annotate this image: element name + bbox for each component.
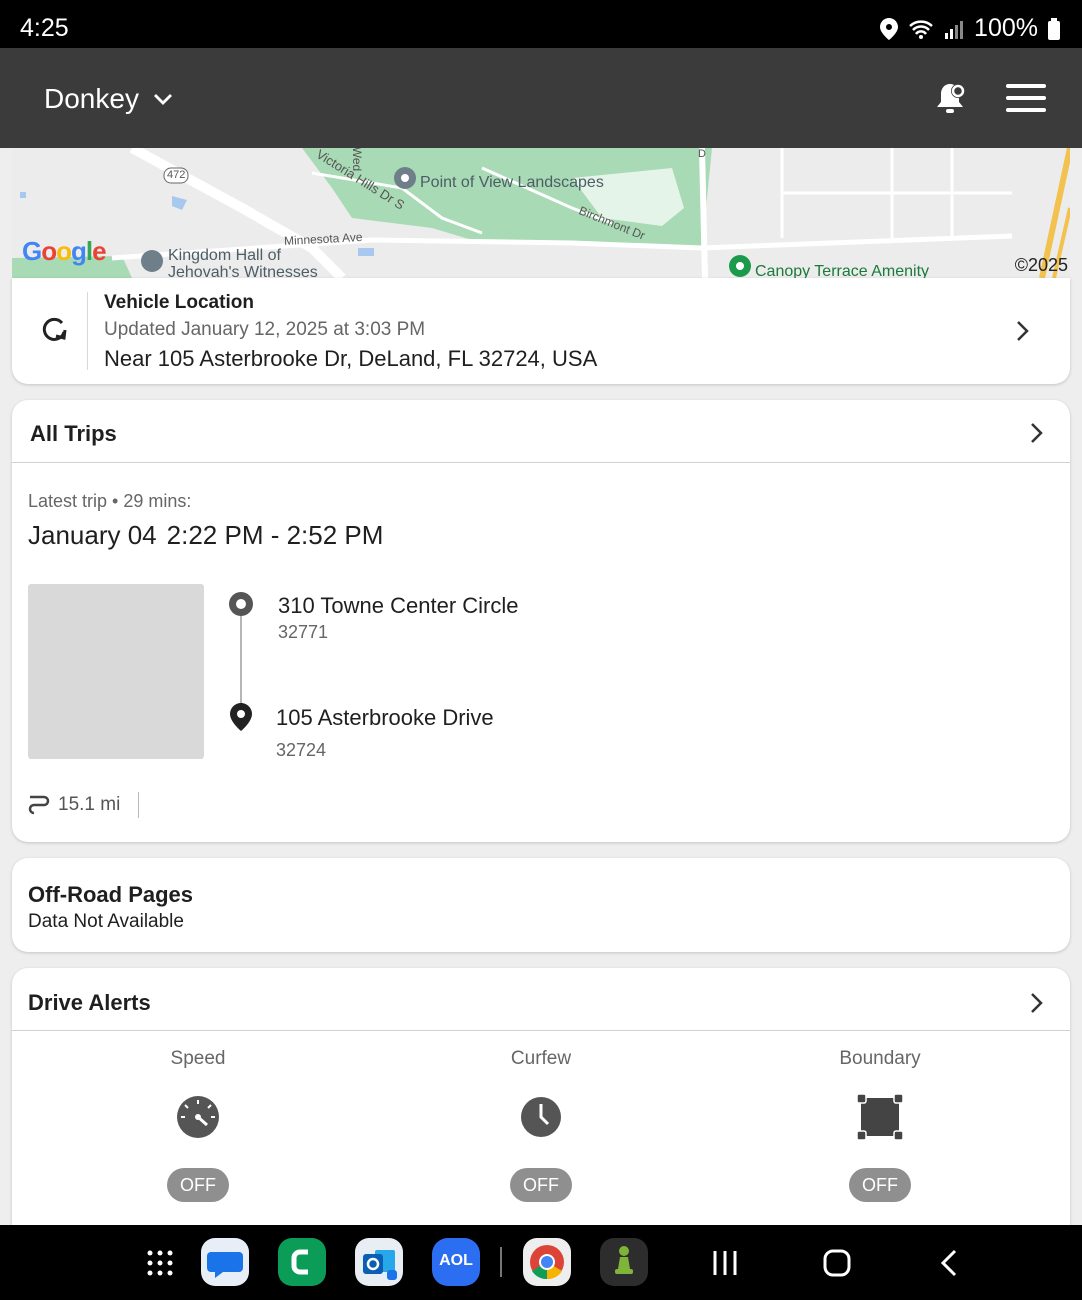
off-road-status: Data Not Available (28, 911, 184, 932)
vehicle-location-card[interactable]: Vehicle Location Updated January 12, 202… (12, 278, 1070, 384)
route-distance-icon (28, 795, 50, 815)
vehicle-address: Near 105 Asterbrooke Dr, DeLand, FL 3272… (104, 346, 598, 371)
google-logo: Google (22, 236, 107, 266)
vehicle-location-title: Vehicle Location (104, 292, 254, 313)
chevron-right-icon[interactable] (1016, 320, 1030, 342)
refresh-location-button[interactable] (40, 316, 68, 349)
trip-distance-value: 15.1 mi (58, 794, 121, 815)
trip-date: January 04 (28, 520, 157, 550)
map-label-route: 472 (167, 169, 186, 181)
vehicle-map[interactable]: 472 Victoria Hills Dr S Wed Point of Vie… (12, 148, 1070, 278)
speed-alert: Speed OFF (98, 1048, 298, 1202)
status-time: 4:25 (20, 14, 69, 42)
battery-percent: 100% (974, 14, 1038, 42)
aol-app-label: AOL (439, 1252, 473, 1269)
boundary-alert: Boundary OFF (780, 1048, 980, 1202)
drive-alerts-header[interactable]: Drive Alerts (12, 968, 1070, 1031)
chevron-down-icon (153, 94, 172, 105)
latest-trip-meta: Latest trip • 29 mins: (28, 491, 192, 511)
recent-apps-button[interactable] (712, 1249, 738, 1277)
aol-app-icon[interactable]: AOL (432, 1238, 480, 1286)
curfew-alert-label: Curfew (510, 1048, 572, 1069)
off-road-title: Off-Road Pages (28, 882, 194, 907)
status-icons: 100% (880, 14, 1060, 43)
clock-icon (521, 1097, 561, 1137)
wifi-icon (909, 19, 933, 39)
status-bar: 4:25 100% (0, 0, 1082, 48)
latest-trip-date[interactable]: January 04 2:22 PM - 2:52 PM (28, 520, 383, 551)
trip-map-thumbnail[interactable] (28, 584, 204, 759)
dock-divider (500, 1247, 502, 1277)
map-pin-icon (230, 703, 252, 731)
hamburger-menu-icon (1006, 84, 1046, 112)
route-line (240, 614, 242, 710)
speed-alert-label: Speed (170, 1048, 226, 1069)
map-poi-label[interactable]: Jehovah's Witnesses (168, 264, 318, 278)
trip-start-address: 310 Towne Center Circle (278, 593, 519, 618)
app-header: Donkey (0, 48, 1082, 148)
outlook-app-icon[interactable] (355, 1238, 403, 1286)
bell-gear-icon (937, 84, 965, 113)
map-copyright: ©2025 (1014, 255, 1068, 275)
location-updated-time: Updated January 12, 2025 at 3:03 PM (104, 319, 426, 340)
vehicle-selector[interactable]: Donkey (44, 83, 173, 115)
vehicle-name: Donkey (44, 83, 139, 114)
drive-alerts-card: Drive Alerts Speed OFF Curfew OFF Bounda… (12, 968, 1070, 1238)
trip-start-zip: 32771 (278, 622, 329, 642)
chevron-right-icon[interactable] (1030, 992, 1044, 1014)
chess-app-icon[interactable] (600, 1238, 648, 1286)
drive-alerts-title: Drive Alerts (28, 990, 151, 1015)
battery-icon (1048, 17, 1060, 40)
home-button[interactable] (823, 1249, 851, 1277)
all-trips-title: All Trips (30, 421, 117, 446)
trip-time-range: 2:22 PM - 2:52 PM (166, 520, 384, 550)
all-trips-header[interactable]: All Trips (12, 400, 1070, 463)
trip-end-address: 105 Asterbrooke Drive (276, 705, 494, 730)
speed-alert-toggle[interactable]: OFF (167, 1168, 229, 1202)
navigation-bar: AOL (0, 1225, 1082, 1300)
notification-settings-button[interactable] (936, 80, 968, 121)
refresh-icon (42, 317, 67, 341)
curfew-alert: Curfew OFF (441, 1048, 641, 1202)
menu-button[interactable] (1006, 84, 1046, 117)
start-point-icon (229, 592, 253, 616)
all-trips-card: All Trips Latest trip • 29 mins: January… (12, 400, 1070, 842)
map-poi-label[interactable]: Canopy Terrace Amenity (755, 263, 929, 278)
chevron-right-icon[interactable] (1030, 422, 1044, 444)
map-poi-label[interactable]: Kingdom Hall of (168, 247, 281, 265)
back-button[interactable] (940, 1249, 958, 1277)
location-icon (880, 17, 899, 40)
signal-icon (945, 20, 964, 39)
boundary-alert-toggle[interactable]: OFF (849, 1168, 911, 1202)
map-poi-label[interactable]: Point of View Landscapes (420, 174, 604, 192)
off-road-card[interactable]: Off-Road Pages Data Not Available (12, 858, 1070, 952)
phone-app-icon[interactable] (278, 1238, 326, 1286)
speedometer-icon (177, 1096, 219, 1138)
chrome-app-icon[interactable] (523, 1238, 571, 1286)
messages-app-icon[interactable] (201, 1238, 249, 1286)
map-label-street: D (698, 148, 706, 160)
divider (87, 292, 88, 370)
map-label-street: Wed (350, 148, 365, 172)
trip-end-zip: 32724 (276, 740, 327, 760)
boundary-square-icon (856, 1093, 904, 1141)
divider (138, 792, 140, 818)
app-drawer-icon[interactable] (146, 1249, 174, 1277)
curfew-alert-toggle[interactable]: OFF (510, 1168, 572, 1202)
trip-distance: 15.1 mi (28, 792, 140, 818)
boundary-alert-label: Boundary (839, 1048, 921, 1069)
